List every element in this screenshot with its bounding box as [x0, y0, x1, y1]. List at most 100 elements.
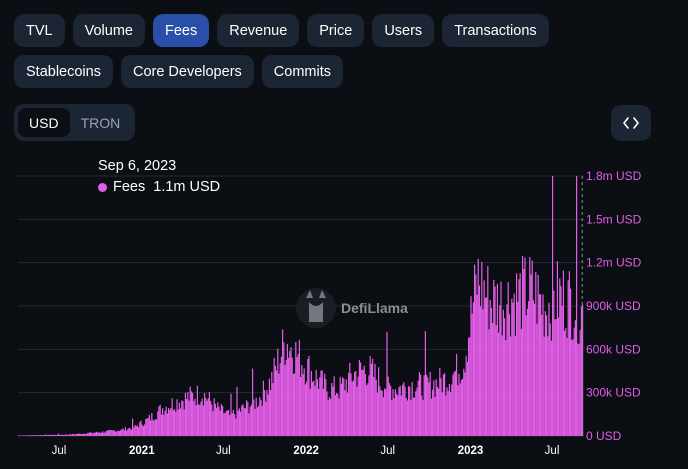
- fees-bar: [492, 323, 494, 436]
- fees-bar: [343, 378, 345, 436]
- fees-bar: [274, 365, 276, 436]
- fees-bar: [145, 419, 147, 436]
- fees-bar: [346, 392, 348, 436]
- fees-bar: [430, 398, 432, 436]
- fees-bar: [212, 411, 214, 436]
- fees-bar: [290, 347, 292, 436]
- fees-bar: [27, 435, 29, 436]
- fees-bar: [175, 412, 177, 436]
- fees-bar: [376, 392, 378, 436]
- fees-bar: [526, 308, 528, 436]
- fees-bar: [553, 290, 555, 436]
- fees-bar: [427, 377, 429, 436]
- fees-bar: [45, 434, 47, 436]
- fees-bar: [63, 434, 65, 436]
- fees-bar: [82, 433, 84, 436]
- metric-tab-volume[interactable]: Volume: [72, 14, 145, 47]
- fees-bar: [114, 430, 116, 436]
- fees-bar: [154, 419, 156, 436]
- fees-bar: [118, 431, 120, 436]
- fees-bar: [110, 430, 112, 436]
- fees-bar: [558, 317, 560, 436]
- fees-bar: [284, 365, 286, 436]
- fees-bar: [264, 390, 266, 436]
- fees-bar: [446, 387, 448, 436]
- fees-bar: [105, 430, 107, 436]
- fees-bar: [187, 392, 189, 436]
- fees-bar: [369, 356, 371, 436]
- denomination-usd[interactable]: USD: [18, 108, 70, 137]
- fees-bar: [330, 398, 332, 436]
- fees-bar: [482, 309, 484, 436]
- fees-bar: [472, 302, 474, 436]
- metric-tab-commits[interactable]: Commits: [261, 55, 343, 88]
- fees-bar: [460, 380, 462, 436]
- metric-tab-fees[interactable]: Fees: [152, 14, 210, 47]
- metric-tab-tvl[interactable]: TVL: [14, 14, 65, 47]
- fees-bar: [459, 383, 461, 436]
- fees-bar: [172, 410, 174, 436]
- fees-bar: [183, 409, 185, 436]
- fees-bar: [94, 432, 96, 436]
- fees-bar: [300, 376, 302, 436]
- fees-bar: [390, 385, 392, 436]
- fees-bar: [363, 365, 365, 436]
- fees-bar: [350, 373, 352, 436]
- metric-tab-price[interactable]: Price: [307, 14, 365, 47]
- fees-bar: [200, 401, 202, 436]
- fees-bar: [410, 400, 412, 436]
- fees-bar: [116, 430, 118, 436]
- metric-tab-users[interactable]: Users: [372, 14, 435, 47]
- y-tick-label: 900k USD: [586, 299, 641, 313]
- metric-tab-revenue[interactable]: Revenue: [217, 14, 300, 47]
- fees-bar: [469, 337, 471, 436]
- fees-bar: [288, 357, 290, 436]
- fees-bar: [456, 353, 458, 436]
- fees-bar: [321, 370, 323, 436]
- fees-bar: [536, 323, 538, 436]
- embed-button[interactable]: [611, 105, 651, 141]
- metric-tab-core-developers[interactable]: Core Developers: [120, 55, 254, 88]
- fees-bar: [543, 336, 545, 436]
- metric-tab-transactions[interactable]: Transactions: [442, 14, 549, 47]
- fees-bar: [398, 387, 400, 436]
- metric-tab-stablecoins[interactable]: Stablecoins: [14, 55, 113, 88]
- fees-bar: [415, 391, 417, 436]
- fees-chart[interactable]: DefiLlama 0 USD 300k USD 600k USD 900k USD 1…: [0, 160, 688, 469]
- fees-bar: [115, 432, 117, 436]
- fees-bar: [207, 398, 209, 436]
- fees-bar: [442, 374, 444, 436]
- fees-bar: [298, 339, 300, 436]
- fees-bar: [236, 386, 238, 436]
- fees-bar: [103, 432, 105, 436]
- fees-bar: [295, 341, 297, 436]
- fees-bar: [484, 297, 486, 436]
- fees-bar: [312, 381, 314, 436]
- fees-bar: [237, 410, 239, 436]
- fees-bar: [448, 383, 450, 436]
- fees-bar: [487, 266, 489, 436]
- fees-bar: [211, 404, 213, 436]
- fees-bar: [420, 374, 422, 436]
- fees-bar: [440, 378, 442, 436]
- denomination-tron[interactable]: TRON: [70, 108, 132, 137]
- fees-bar: [224, 412, 226, 436]
- fees-bar: [124, 427, 126, 436]
- fees-bar: [176, 399, 178, 436]
- fees-bar: [423, 375, 425, 436]
- fees-bar: [534, 303, 536, 436]
- fees-bar: [22, 435, 24, 436]
- fees-bar: [21, 435, 23, 437]
- fees-bar: [570, 288, 572, 436]
- fees-bar: [230, 393, 232, 436]
- fees-bar: [303, 368, 305, 436]
- fees-bar: [476, 294, 478, 436]
- fees-bar: [19, 435, 21, 436]
- fees-bar: [432, 389, 434, 436]
- fees-bar: [146, 418, 148, 436]
- fees-bar: [550, 340, 552, 436]
- fees-bar: [69, 433, 71, 436]
- fees-bar: [541, 314, 543, 436]
- fees-bar: [494, 286, 496, 436]
- fees-bar: [548, 302, 550, 436]
